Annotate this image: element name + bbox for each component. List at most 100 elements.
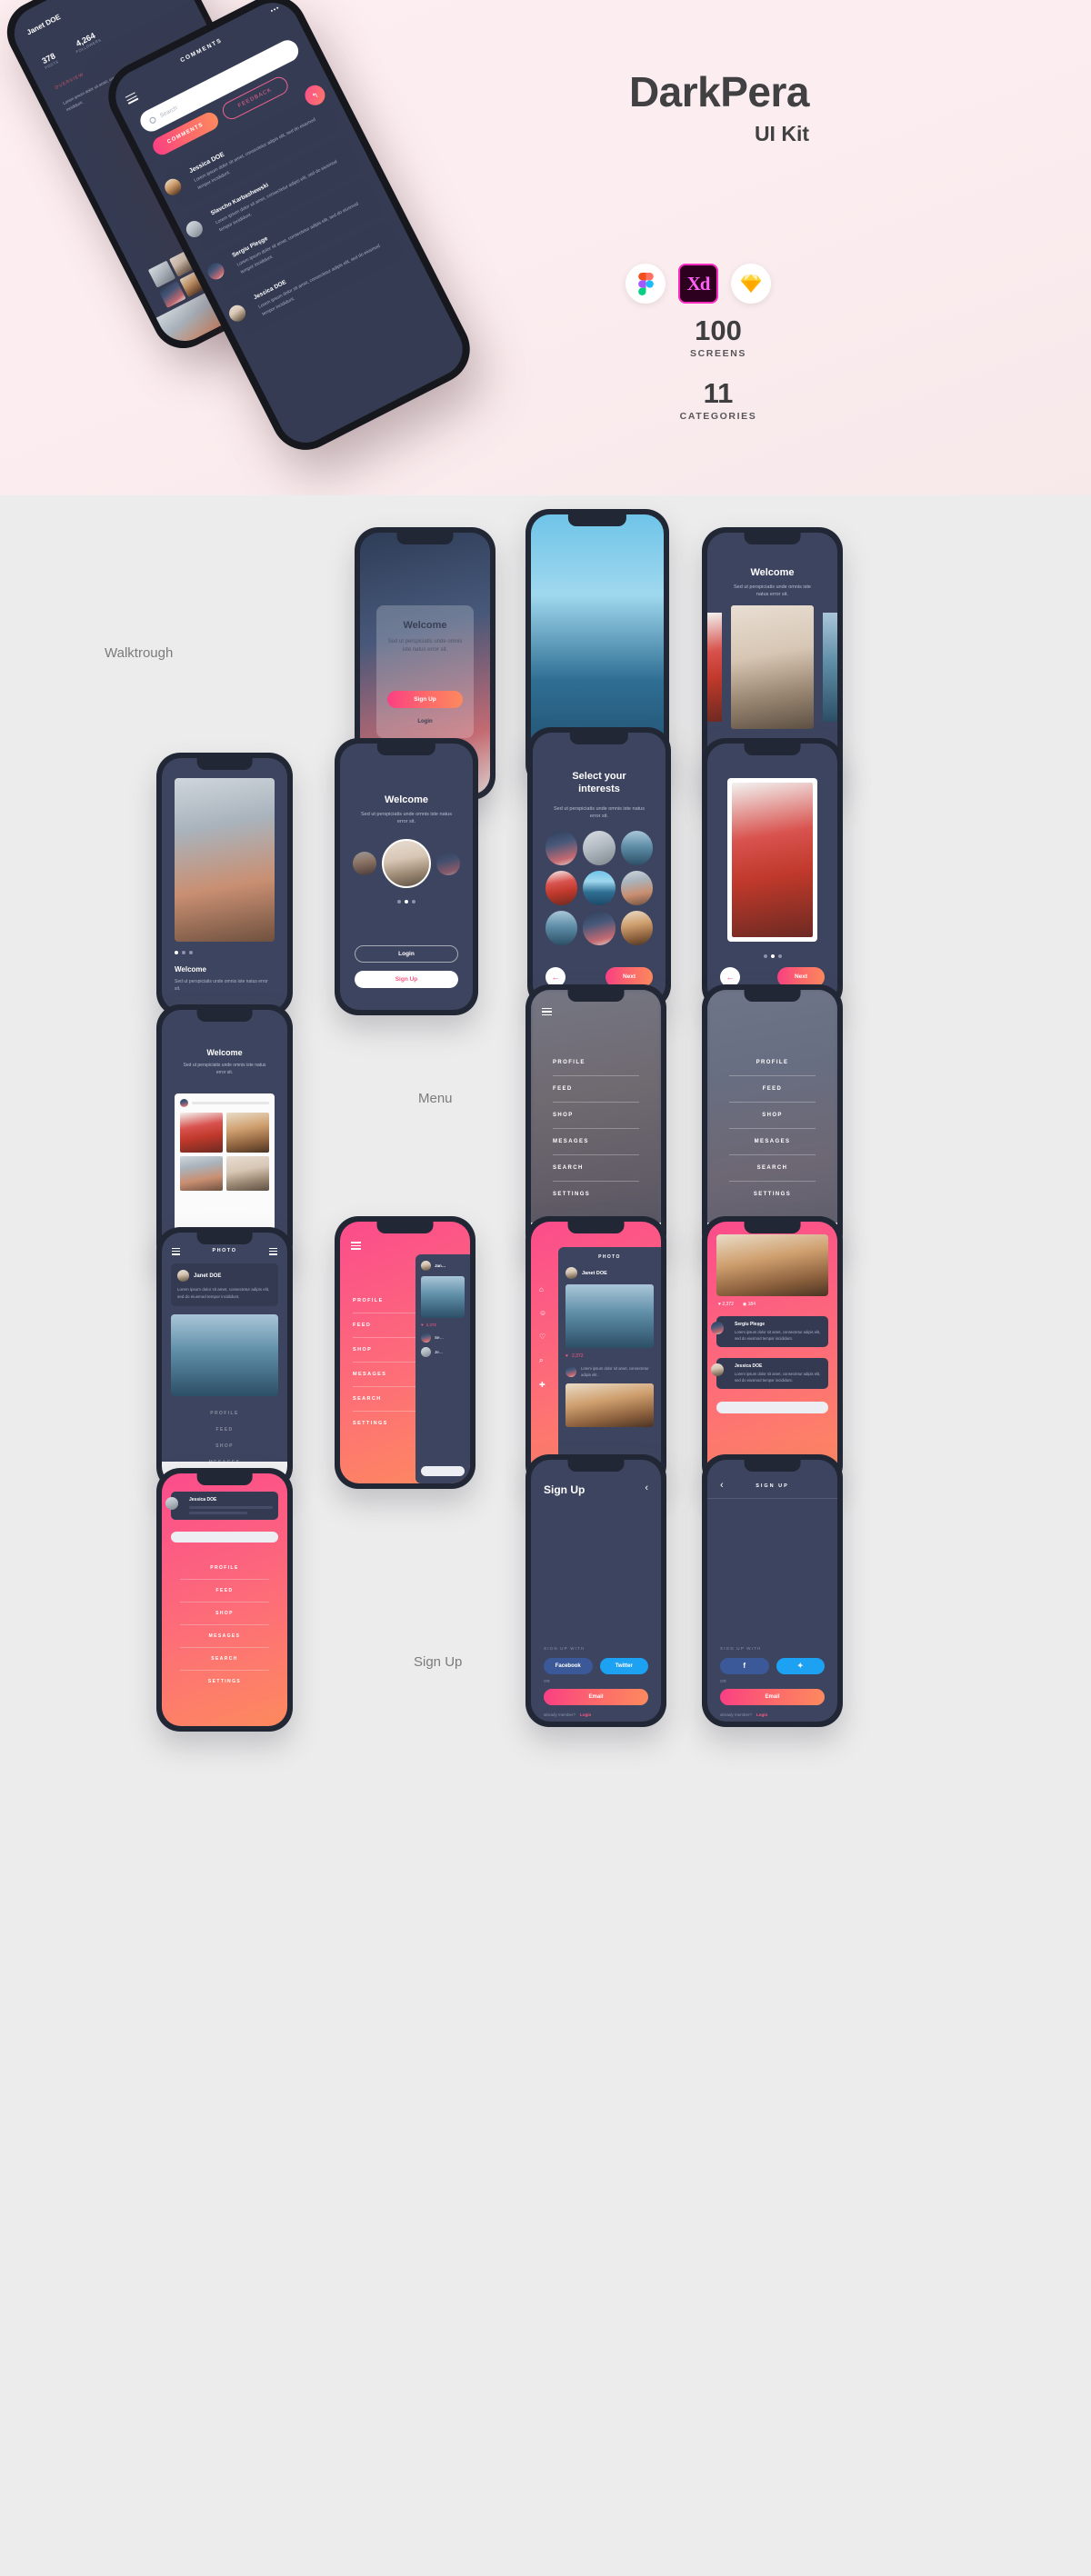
menu-item-shop[interactable]: SHOP — [162, 1603, 287, 1624]
menu-item-mesages[interactable]: MESAGES — [353, 1363, 418, 1386]
comment-card: Jessica DOE — [165, 1492, 278, 1520]
section-label-menu: Menu — [418, 1091, 453, 1106]
hamburger-icon[interactable] — [125, 92, 139, 105]
chevron-left-icon[interactable]: ‹ — [720, 1480, 724, 1491]
interests-title: Select your interests — [572, 771, 626, 794]
plus-icon[interactable]: ✚ — [539, 1381, 546, 1389]
or-label: OR — [544, 1679, 550, 1683]
welcome-body: Sed ut perspiciatis unde omnis iste natu… — [734, 584, 811, 598]
feed-caption: Lorem ipsum dolor sit amet, consectetur … — [581, 1366, 649, 1377]
search-icon[interactable]: ⌕ — [539, 1356, 546, 1365]
menu-item-profile[interactable]: PROFILE — [353, 1289, 418, 1313]
feed-card: Janet DOE Lorem ipsum dolor sit amet, co… — [171, 1263, 278, 1307]
email-button[interactable]: Email — [720, 1689, 825, 1705]
comment-input[interactable] — [171, 1532, 278, 1543]
interest-chip[interactable] — [546, 911, 578, 945]
phone-comments-menu-pink: Jessica DOE PROFILE FEED SHOP MESAGES SE… — [156, 1468, 293, 1732]
avatar — [382, 839, 431, 888]
eye-icon: ◉ — [742, 1302, 747, 1307]
list-icon[interactable] — [269, 1248, 277, 1255]
menu-item-shop[interactable]: SHOP — [553, 1103, 639, 1128]
section-walktrough: Walktrough Welcome Sed ut perspiciatis u… — [0, 495, 1091, 800]
menu-item-profile[interactable]: PROFILE — [553, 1050, 639, 1075]
comment-card: Sergiu Pleșge Lorem ipsum dolor sit amet… — [711, 1316, 828, 1348]
categories-count: 11 — [703, 377, 734, 409]
twitter-icon[interactable]: ✦ — [776, 1658, 825, 1674]
menu-item-feed[interactable]: FEED — [353, 1313, 418, 1337]
interest-chip[interactable] — [620, 911, 653, 945]
login-link[interactable]: Login — [580, 1712, 591, 1717]
icon-rail: ⌂ ☺ ♡ ⌕ ✚ — [539, 1285, 546, 1389]
signup-with-label: SIGN UP WITH — [544, 1646, 586, 1651]
swipe-card[interactable] — [727, 778, 817, 942]
interest-chip[interactable] — [546, 871, 578, 905]
welcome-body: Sed ut perspiciatis unde omnis iste natu… — [183, 1063, 266, 1075]
comment-author: Sergiu Pleșge — [735, 1322, 766, 1327]
phone-signup-left: Sign Up ‹ SIGN UP WITH Facebook Twitter … — [525, 1454, 666, 1727]
menu-item-profile[interactable]: PROFILE — [729, 1050, 816, 1075]
comment-input[interactable] — [716, 1402, 828, 1413]
section-label-signup: Sign Up — [414, 1654, 463, 1670]
section-feed: PHOTO Janet DOE Lorem ipsum dolor sit am… — [0, 1182, 1091, 1491]
avatar — [177, 1270, 189, 1282]
menu-item-mesages[interactable]: MESAGES — [553, 1129, 639, 1154]
sketch-icon — [731, 264, 771, 304]
menu-item-search[interactable]: SEARCH — [162, 1648, 287, 1670]
login-link[interactable]: Login — [756, 1712, 767, 1717]
interest-chip[interactable] — [583, 831, 616, 865]
interest-chip[interactable] — [583, 911, 616, 945]
product-title: DarkPera — [628, 68, 810, 115]
like-count: 2,372 — [425, 1323, 436, 1327]
menu-item-search[interactable]: SEARCH — [553, 1155, 639, 1181]
email-button[interactable]: Email — [544, 1689, 648, 1705]
hamburger-icon[interactable] — [542, 1008, 552, 1016]
heart-icon: ♥ — [718, 1302, 721, 1307]
chevron-left-icon[interactable]: ‹ — [645, 1483, 648, 1493]
user-icon[interactable]: ☺ — [539, 1309, 546, 1317]
menu-item-mesages[interactable]: MESAGES — [162, 1625, 287, 1647]
menu-item-shop[interactable]: SHOP — [353, 1338, 418, 1362]
welcome-title: Welcome — [403, 619, 447, 631]
hero-title-block: DarkPera UI Kit — [573, 68, 810, 145]
adobe-xd-icon: Xd — [678, 264, 718, 304]
interest-chip[interactable] — [620, 871, 653, 905]
menu-item-profile[interactable]: PROFILE — [162, 1557, 287, 1579]
hamburger-icon[interactable] — [351, 1242, 361, 1250]
interest-chip[interactable] — [583, 871, 616, 905]
carousel-dots — [340, 900, 473, 904]
categories-label: CATEGORIES — [679, 411, 757, 422]
or-label: OR — [720, 1679, 726, 1683]
like-count: 2,372 — [722, 1302, 734, 1307]
facebook-icon[interactable]: f — [720, 1658, 769, 1674]
already-member-text: already member? — [720, 1712, 753, 1717]
signup-title: Sign Up — [544, 1483, 586, 1496]
menu-item-feed[interactable]: FEED — [553, 1076, 639, 1102]
figma-icon — [626, 264, 666, 304]
menu-item-feed[interactable]: FEED — [729, 1076, 816, 1102]
welcome-title: Welcome — [384, 794, 429, 805]
comment-author: Jessica DOE — [189, 1497, 217, 1503]
search-icon — [148, 115, 157, 125]
hamburger-icon[interactable] — [172, 1248, 180, 1255]
interest-chip[interactable] — [620, 831, 653, 865]
interest-chip[interactable] — [546, 831, 578, 865]
home-icon[interactable]: ⌂ — [539, 1285, 546, 1293]
menu-item-shop[interactable]: SHOP — [729, 1103, 816, 1128]
menu-item-search[interactable]: SEARCH — [353, 1387, 418, 1411]
twitter-button[interactable]: Twitter — [599, 1658, 648, 1674]
signup-title: SIGN UP — [756, 1483, 789, 1489]
panel-header: PHOTO — [598, 1254, 621, 1260]
menu-item-feed[interactable]: FEED — [162, 1580, 287, 1602]
facebook-button[interactable]: Facebook — [544, 1658, 593, 1674]
signup-with-label: SIGN UP WITH — [720, 1646, 762, 1651]
heart-icon: ♥ — [421, 1323, 424, 1327]
welcome-body: Sed ut perspiciatis unde omnis iste natu… — [361, 812, 452, 825]
heart-icon[interactable]: ♡ — [539, 1333, 546, 1341]
avatar-carousel — [340, 839, 473, 888]
view-count: 184 — [747, 1302, 756, 1307]
welcome-body: Sed ut perspiciatis unde omnis iste natu… — [387, 638, 463, 653]
menu-item-search[interactable]: SEARCH — [729, 1155, 816, 1181]
menu-item-mesages[interactable]: MESAGES — [729, 1129, 816, 1154]
menu-item-settings[interactable]: SETTINGS — [162, 1671, 287, 1692]
signup-button[interactable]: Sign Up — [387, 690, 463, 708]
